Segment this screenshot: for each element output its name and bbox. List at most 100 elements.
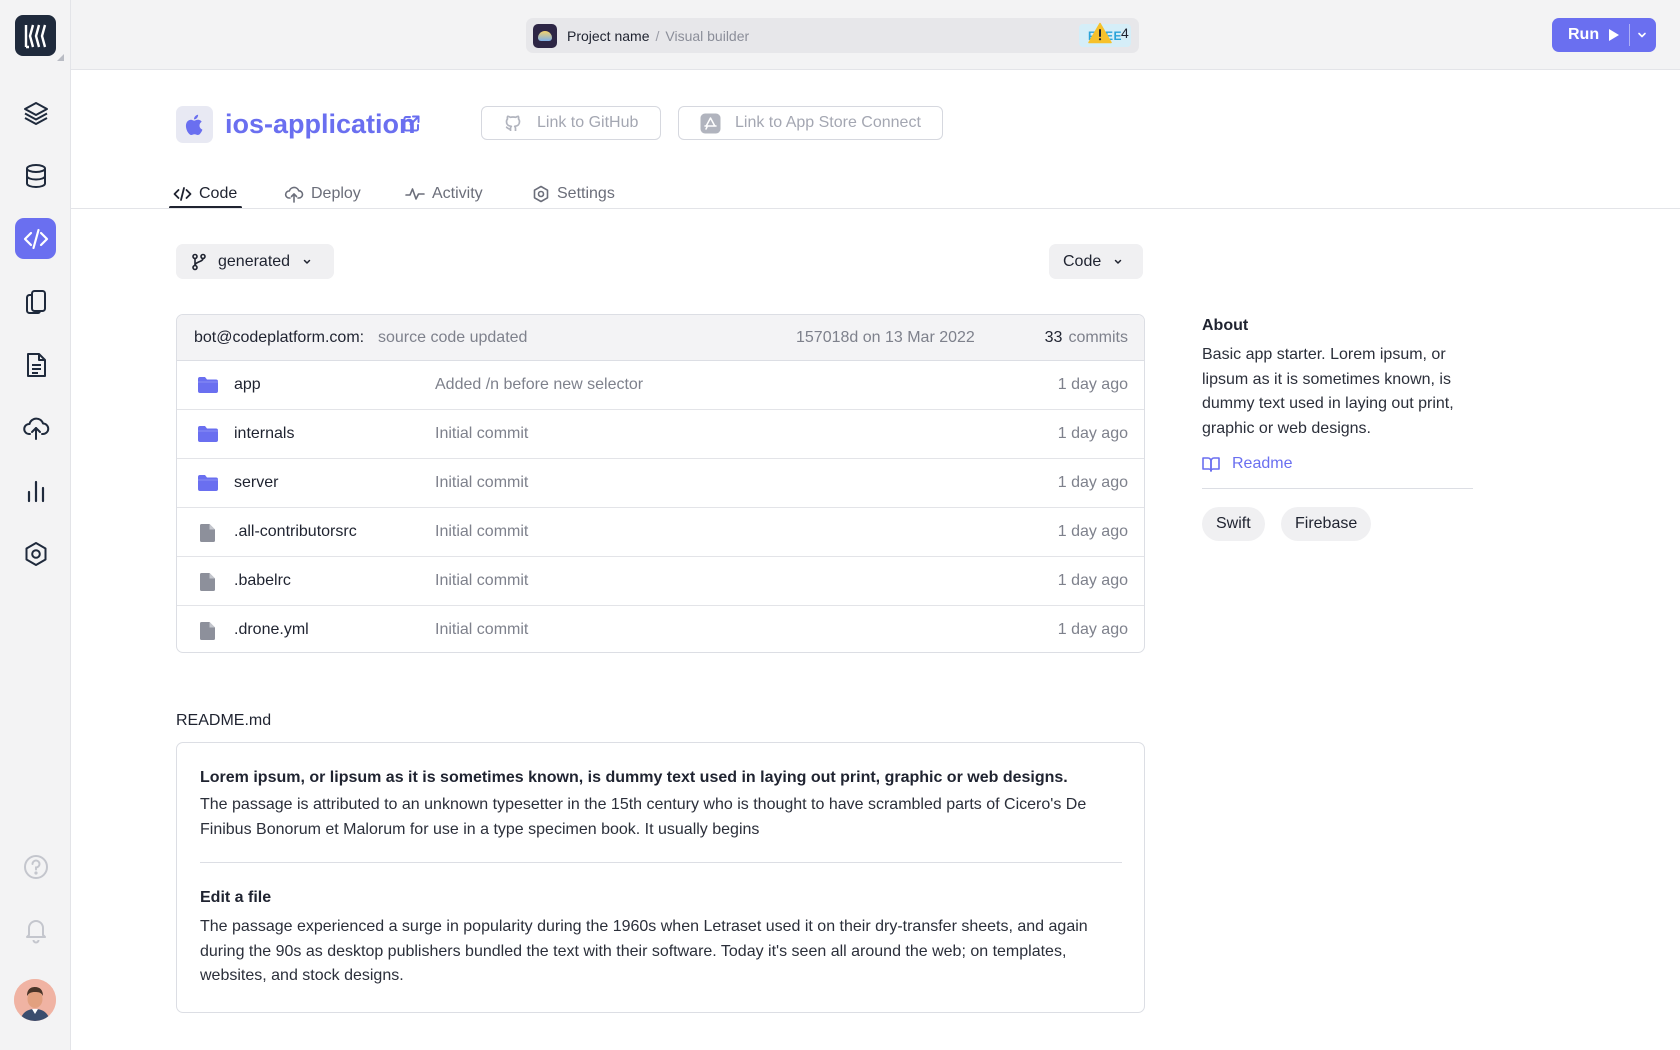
link-github-button[interactable]: Link to GitHub bbox=[481, 106, 661, 140]
warnings-indicator[interactable]: 4 bbox=[1088, 22, 1129, 44]
app-title: ios-application bbox=[225, 109, 416, 139]
file-name[interactable]: app bbox=[234, 376, 261, 394]
logo-resize-corner bbox=[57, 54, 64, 61]
table-row[interactable]: .all-contributorsrc Initial commit 1 day… bbox=[177, 508, 1144, 557]
activity-icon bbox=[405, 188, 425, 200]
file-name[interactable]: internals bbox=[234, 425, 294, 443]
run-label: Run bbox=[1568, 26, 1600, 43]
layers-icon bbox=[23, 101, 48, 125]
book-icon bbox=[1202, 457, 1220, 472]
topic-tag-swift[interactable]: Swift bbox=[1202, 507, 1265, 541]
tabs-divider bbox=[71, 208, 1680, 209]
readme-heading: Edit a file bbox=[200, 889, 272, 906]
sidebar-item-deploy[interactable] bbox=[15, 407, 56, 448]
file-icon bbox=[200, 573, 215, 591]
file-commit-message[interactable]: Initial commit bbox=[435, 425, 528, 443]
topic-tag-firebase[interactable]: Firebase bbox=[1281, 507, 1372, 541]
app-platform-icon bbox=[176, 106, 213, 143]
code-icon bbox=[23, 228, 48, 249]
sidebar-item-layers[interactable] bbox=[15, 92, 56, 133]
table-row[interactable]: .drone.yml Initial commit 1 day ago bbox=[177, 606, 1144, 652]
sidebar-item-code[interactable] bbox=[15, 218, 56, 259]
sidebar-item-notifications[interactable] bbox=[15, 909, 56, 950]
bell-icon bbox=[25, 919, 46, 943]
folder-icon bbox=[198, 475, 218, 491]
commit-count-label: commits bbox=[1068, 329, 1128, 346]
sidebar-item-settings[interactable] bbox=[15, 533, 56, 574]
commits-link[interactable]: 33 commits bbox=[1045, 329, 1128, 347]
project-switcher[interactable]: Project name / Visual builder FREE bbox=[526, 18, 1139, 53]
app-logo[interactable] bbox=[15, 15, 56, 56]
link-appstore-button[interactable]: Link to App Store Connect bbox=[678, 106, 943, 140]
file-name[interactable]: .babelrc bbox=[234, 572, 291, 590]
readme-link[interactable]: Readme bbox=[1202, 455, 1292, 473]
run-button[interactable]: Run bbox=[1552, 18, 1656, 52]
app-store-icon bbox=[700, 113, 721, 133]
tab-activity[interactable]: Activity bbox=[405, 180, 483, 208]
warning-icon bbox=[1088, 22, 1112, 44]
sidebar-item-analytics[interactable] bbox=[15, 470, 56, 511]
document-icon bbox=[26, 352, 46, 377]
tab-settings-label: Settings bbox=[557, 185, 615, 202]
help-icon bbox=[23, 854, 48, 879]
file-commit-message[interactable]: Initial commit bbox=[435, 621, 528, 639]
file-commit-message[interactable]: Added /n before new selector bbox=[435, 376, 643, 394]
file-table: bot@codeplatform.com: source code update… bbox=[176, 314, 1145, 653]
top-bar: Project name / Visual builder FREE 4 Run bbox=[71, 0, 1680, 70]
branch-selector[interactable]: generated bbox=[176, 244, 334, 279]
readme-paragraph: The passage is attributed to an unknown … bbox=[200, 796, 1087, 838]
file-icon bbox=[200, 524, 215, 542]
commit-author[interactable]: bot@codeplatform.com: bbox=[194, 329, 364, 347]
cloud-upload-icon bbox=[22, 417, 49, 440]
breadcrumb-separator: / bbox=[655, 27, 660, 44]
settings-hexagon-icon bbox=[25, 541, 46, 566]
run-divider bbox=[1629, 24, 1630, 46]
file-name[interactable]: .all-contributorsrc bbox=[234, 523, 357, 541]
file-commit-message[interactable]: Initial commit bbox=[435, 474, 528, 492]
database-icon bbox=[25, 163, 46, 188]
sidebar-item-documents[interactable] bbox=[15, 344, 56, 385]
file-name[interactable]: server bbox=[234, 474, 278, 492]
chevron-down-icon bbox=[1115, 259, 1122, 264]
file-commit-message[interactable]: Initial commit bbox=[435, 523, 528, 541]
apple-icon bbox=[185, 114, 202, 135]
readme-intro-bold: Lorem ipsum, or lipsum as it is sometime… bbox=[200, 769, 1068, 786]
table-row[interactable]: server Initial commit 1 day ago bbox=[177, 459, 1144, 508]
file-name[interactable]: .drone.yml bbox=[234, 621, 309, 639]
file-updated-time: 1 day ago bbox=[1057, 425, 1128, 442]
code-dropdown-button[interactable]: Code bbox=[1049, 244, 1143, 279]
appstore-button-label: Link to App Store Connect bbox=[735, 114, 921, 131]
table-row[interactable]: .babelrc Initial commit 1 day ago bbox=[177, 557, 1144, 606]
about-description: Basic app starter. Lorem ipsum, or lipsu… bbox=[1202, 346, 1454, 437]
project-thumbnail-icon bbox=[533, 23, 557, 48]
tab-settings[interactable]: Settings bbox=[532, 180, 615, 208]
git-branch-icon bbox=[192, 253, 206, 270]
warning-count: 4 bbox=[1121, 25, 1129, 41]
tab-deploy-label: Deploy bbox=[311, 185, 361, 202]
user-avatar[interactable] bbox=[14, 979, 56, 1021]
play-icon bbox=[1609, 29, 1620, 41]
commit-message[interactable]: source code updated bbox=[378, 329, 527, 347]
readme-divider bbox=[200, 862, 1122, 863]
file-commit-message[interactable]: Initial commit bbox=[435, 572, 528, 590]
table-row[interactable]: app Added /n before new selector 1 day a… bbox=[177, 361, 1144, 410]
external-link-icon[interactable] bbox=[402, 114, 421, 133]
commit-count: 33 bbox=[1044, 329, 1063, 346]
sidebar-item-database[interactable] bbox=[15, 155, 56, 196]
tab-deploy[interactable]: Deploy bbox=[284, 180, 361, 208]
sidebar-item-devices[interactable] bbox=[15, 281, 56, 322]
devices-icon bbox=[25, 289, 46, 314]
tab-code[interactable]: Code bbox=[173, 180, 237, 208]
sidebar-item-help[interactable] bbox=[15, 846, 56, 887]
table-row[interactable]: internals Initial commit 1 day ago bbox=[177, 410, 1144, 459]
file-updated-time: 1 day ago bbox=[1057, 474, 1128, 491]
commit-hash-date[interactable]: 157018d on 13 Mar 2022 bbox=[796, 329, 975, 347]
cloud-upload-icon bbox=[284, 186, 304, 203]
about-title: About bbox=[1202, 317, 1249, 334]
folder-icon bbox=[198, 426, 218, 442]
analytics-icon bbox=[27, 480, 44, 502]
file-updated-time: 1 day ago bbox=[1057, 572, 1128, 589]
chevron-down-icon[interactable] bbox=[1636, 29, 1648, 41]
file-updated-time: 1 day ago bbox=[1057, 376, 1128, 393]
chevron-down-icon bbox=[303, 259, 311, 264]
